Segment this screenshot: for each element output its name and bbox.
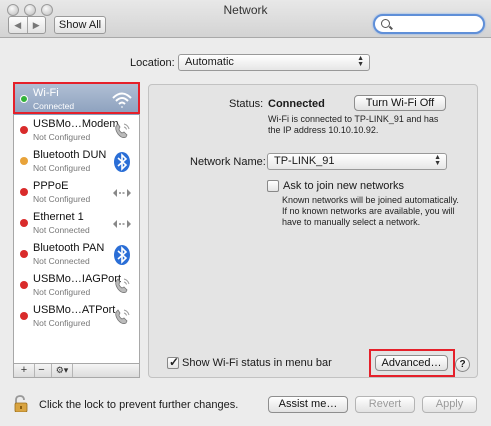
lock-icon[interactable]: [14, 395, 28, 412]
status-label: Status:: [229, 98, 264, 110]
advanced-button[interactable]: Advanced…: [375, 355, 448, 371]
location-select[interactable]: Automatic ▲ ▼: [178, 54, 370, 71]
service-name: Bluetooth DUN: [33, 149, 107, 161]
service-status: Not Configured: [33, 318, 91, 328]
add-service-button[interactable]: +: [17, 364, 31, 377]
phone-icon: [115, 278, 130, 293]
service-item-bluetooth-pan[interactable]: Bluetooth PAN Not Connected: [14, 239, 139, 270]
service-status: Not Configured: [33, 287, 91, 297]
bluetooth-icon: [114, 152, 130, 172]
back-icon[interactable]: ◀: [9, 17, 27, 33]
nav-buttons: ◀ ▶: [8, 16, 46, 34]
assist-me-button[interactable]: Assist me…: [268, 396, 348, 413]
apply-button[interactable]: Apply: [422, 396, 477, 413]
status-dot: [20, 250, 28, 258]
search-field[interactable]: [373, 14, 485, 34]
status-dot: [20, 312, 28, 320]
service-item-wifi[interactable]: Wi-Fi Connected: [14, 84, 139, 115]
wifi-icon: [112, 92, 132, 108]
bluetooth-icon: [114, 245, 130, 265]
service-name: USBMo…Modem: [33, 118, 119, 130]
status-dot: [20, 219, 28, 227]
show-wifi-status-label: Show Wi-Fi status in menu bar: [182, 357, 332, 369]
service-item-usb-atport[interactable]: USBMo…ATPort Not Configured: [14, 301, 139, 332]
service-status: Not Configured: [33, 132, 91, 142]
network-name-select[interactable]: TP-LINK_91 ▲ ▼: [267, 153, 447, 170]
remove-service-button[interactable]: −: [34, 364, 48, 377]
updown-arrows-icon: ▲ ▼: [357, 55, 364, 68]
service-status: Not Connected: [33, 256, 90, 266]
service-status: Not Configured: [33, 163, 91, 173]
status-dot: [20, 188, 28, 196]
service-status: Not Configured: [33, 194, 91, 204]
network-name-label: Network Name:: [190, 156, 266, 168]
ask-join-label: Ask to join new networks: [283, 180, 405, 192]
phone-icon: [115, 123, 130, 138]
ethernet-arrows-icon: [113, 189, 131, 197]
service-name: Wi-Fi: [33, 87, 59, 99]
status-dot: [20, 157, 28, 165]
show-wifi-status-checkbox[interactable]: [167, 355, 179, 369]
updown-arrows-icon: ▲ ▼: [434, 154, 441, 167]
service-item-usb-iagport[interactable]: USBMo…IAGPort Not Configured: [14, 270, 139, 301]
service-list: Wi-Fi Connected USBMo…Modem Not Configur…: [13, 83, 140, 364]
revert-button[interactable]: Revert: [355, 396, 415, 413]
search-input[interactable]: [393, 17, 481, 31]
service-name: USBMo…IAGPort: [33, 273, 122, 285]
service-item-bluetooth-dun[interactable]: Bluetooth DUN Not Configured: [14, 146, 139, 177]
gear-menu-button[interactable]: ⚙▾: [51, 364, 73, 377]
status-dot: [20, 281, 28, 289]
ask-join-description-line-2: If no known networks are available, you …: [282, 206, 455, 216]
phone-icon: [115, 309, 130, 324]
ask-join-description-line-3: have to manually select a network.: [282, 217, 421, 227]
service-item-pppoe[interactable]: PPPoE Not Configured: [14, 177, 139, 208]
status-dot: [20, 95, 28, 103]
service-status: Not Connected: [33, 225, 90, 235]
search-icon: [381, 19, 390, 28]
network-name-value: TP-LINK_91: [274, 155, 335, 167]
service-name: USBMo…ATPort: [33, 304, 116, 316]
location-value: Automatic: [185, 56, 234, 68]
show-all-button[interactable]: Show All: [54, 16, 106, 34]
help-button[interactable]: ?: [455, 357, 470, 372]
ask-join-description-line-1: Known networks will be joined automatica…: [282, 195, 459, 205]
status-value: Connected: [268, 98, 325, 110]
status-dot: [20, 126, 28, 134]
forward-icon[interactable]: ▶: [26, 17, 46, 33]
service-status: Connected: [33, 101, 75, 111]
service-name: Bluetooth PAN: [33, 242, 105, 254]
turn-wifi-off-button[interactable]: Turn Wi-Fi Off: [354, 95, 446, 111]
service-name: Ethernet 1: [33, 211, 84, 223]
service-list-controls: + − ⚙▾: [13, 363, 140, 378]
lock-message: Click the lock to prevent further change…: [39, 399, 239, 411]
service-item-usb-modem[interactable]: USBMo…Modem Not Configured: [14, 115, 139, 146]
status-description-line-1: Wi-Fi is connected to TP-LINK_91 and has: [268, 114, 439, 124]
window-toolbar: Network ◀ ▶ Show All: [0, 0, 491, 38]
service-item-ethernet-1[interactable]: Ethernet 1 Not Connected: [14, 208, 139, 239]
location-label: Location:: [130, 57, 175, 69]
status-description-line-2: the IP address 10.10.10.92.: [268, 125, 379, 135]
service-name: PPPoE: [33, 180, 69, 192]
ask-join-checkbox[interactable]: [267, 180, 279, 192]
ethernet-arrows-icon: [113, 220, 131, 228]
